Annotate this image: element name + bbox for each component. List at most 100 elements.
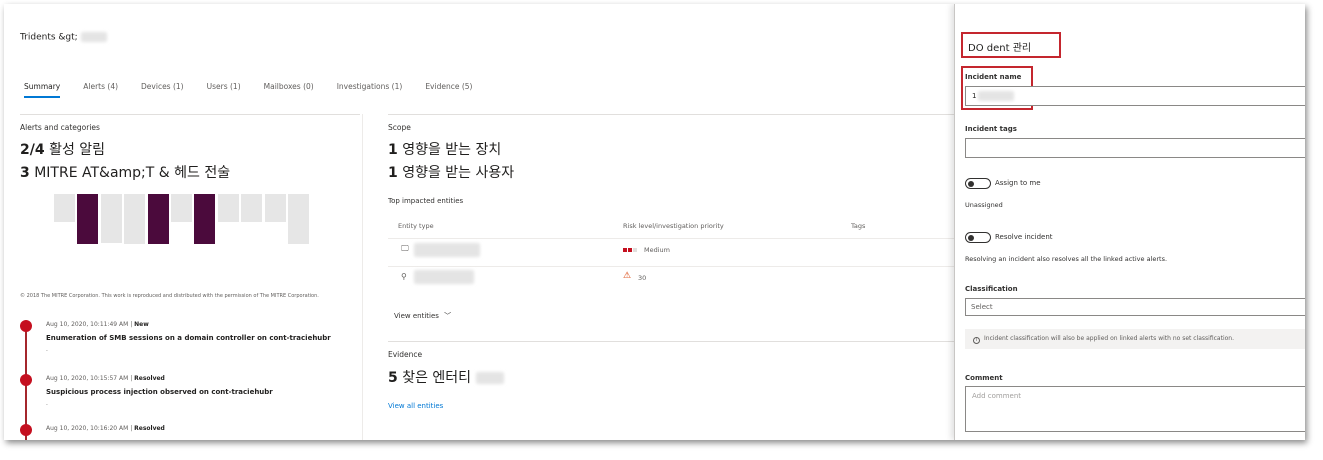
classification-info: i Incident classification will also be ap… <box>965 329 1305 349</box>
top-entities-label: Top impacted entities <box>388 197 464 205</box>
alert-time: Aug 10, 2020, 10:11:49 AM | New <box>46 321 149 328</box>
mitre-tactic-column[interactable] <box>100 194 122 222</box>
incident-name-value: 1 <box>972 92 977 100</box>
risk-bars-icon <box>623 248 637 252</box>
evidence-text: 찾은 엔터티 <box>402 370 472 386</box>
breadcrumb[interactable]: Tridents &gt; <box>20 32 107 43</box>
tab-devices[interactable]: Devices (1) <box>141 82 184 98</box>
mitre-tactic-column[interactable] <box>54 194 75 222</box>
mitre-tactic-column[interactable] <box>171 194 192 222</box>
incident-tags-field[interactable] <box>965 138 1305 158</box>
assign-to-me-label: Assign to me <box>995 179 1041 187</box>
mitre-tactic-column[interactable] <box>194 194 216 244</box>
tab-mailboxes[interactable]: Mailboxes (0) <box>264 82 314 98</box>
info-icon: i <box>973 337 980 344</box>
resolve-incident-label: Resolve incident <box>995 233 1053 241</box>
risk-level-value: Medium <box>644 246 670 254</box>
classification-select[interactable]: Select <box>965 298 1305 316</box>
manage-incident-panel: DO dent 관리 Incident name 1 Incident tags… <box>954 4 1305 440</box>
mitre-tactic-column[interactable] <box>264 194 286 222</box>
alert-time: Aug 10, 2020, 10:15:57 AM | Resolved <box>46 375 165 382</box>
evidence-section-label: Evidence <box>388 350 423 359</box>
redacted-text <box>978 91 1014 101</box>
incident-tags-label: Incident tags <box>965 125 1017 133</box>
mitre-tactics-chart <box>54 194 334 284</box>
impacted-devices-text: 영향을 받는 장치 <box>402 142 502 158</box>
scope-section-label: Scope <box>388 123 411 132</box>
impacted-users-text: 영향을 받는 사용자 <box>402 165 515 181</box>
evidence-count: 5 <box>388 370 398 386</box>
alert-dot-icon <box>20 374 32 386</box>
alert-subtext: . <box>46 400 48 407</box>
alert-dot-icon <box>20 424 32 436</box>
tab-evidence[interactable]: Evidence (5) <box>425 82 472 98</box>
incident-page: Tridents &gt; Summary Alerts (4) Devices… <box>4 4 1305 440</box>
mitre-tactic-column[interactable] <box>124 194 146 244</box>
col-entity-type[interactable]: Entity type <box>398 222 434 230</box>
priority-value: 30 <box>638 274 647 282</box>
alert-time: Aug 10, 2020, 10:16:20 AM | Resolved <box>46 425 165 432</box>
redacted-entity <box>414 270 474 284</box>
alert-title[interactable]: Suspicious process injection observed on… <box>46 388 273 396</box>
classification-label: Classification <box>965 285 1018 293</box>
row-divider <box>388 238 954 239</box>
alert-status: Resolved <box>134 375 165 382</box>
resolve-note: Resolving an incident also resolves all … <box>965 255 1168 263</box>
classification-info-text: Incident classification will also be app… <box>984 335 1235 342</box>
active-alerts-count: 2/4 <box>20 142 45 158</box>
mitre-tactic-column[interactable] <box>241 194 263 222</box>
view-entities-label: View entities <box>394 312 439 320</box>
alert-status: Resolved <box>134 425 165 432</box>
assign-to-me-toggle[interactable] <box>965 178 991 189</box>
section-divider <box>388 114 954 115</box>
view-all-entities-link[interactable]: View all entities <box>388 402 443 410</box>
col-risk-level[interactable]: Risk level/investigation priority <box>623 222 724 230</box>
panel-title: DO dent 관리 <box>961 32 1061 58</box>
tab-investigations[interactable]: Investigations (1) <box>337 82 403 98</box>
column-divider <box>362 114 363 440</box>
active-alerts-summary: 2/4 활성 알림 <box>20 139 105 159</box>
alert-subtext: . <box>46 346 48 353</box>
alert-title[interactable]: Enumeration of SMB sessions on a domain … <box>46 334 331 342</box>
tab-alerts[interactable]: Alerts (4) <box>83 82 118 98</box>
tab-summary[interactable]: Summary <box>24 82 61 98</box>
view-entities-button[interactable]: View entities ﹀ <box>394 311 451 321</box>
active-alerts-text: 활성 알림 <box>49 142 106 158</box>
mitre-tactic-column[interactable] <box>217 194 239 222</box>
impacted-devices-count: 1 <box>388 142 398 158</box>
mitre-text: MITRE AT&amp;T & 헤드 전술 <box>34 165 231 181</box>
alerts-section-label: Alerts and categories <box>20 123 100 132</box>
evidence-summary: 5 찾은 엔터티 <box>388 367 504 387</box>
device-icon: 🖵 <box>401 244 409 253</box>
tab-bar: Summary Alerts (4) Devices (1) Users (1)… <box>24 82 495 98</box>
warning-icon: ⚠ <box>623 271 632 281</box>
mitre-copyright: © 2018 The MITRE Corporation. This work … <box>20 293 319 299</box>
impacted-users-count: 1 <box>388 165 398 181</box>
incident-name-label: Incident name <box>965 73 1022 81</box>
alert-status: New <box>134 321 149 328</box>
section-divider <box>388 341 954 342</box>
section-divider <box>20 114 360 115</box>
mitre-tactic-column[interactable] <box>77 194 99 244</box>
col-tags[interactable]: Tags <box>851 222 865 230</box>
redacted-text <box>80 32 107 42</box>
comment-field[interactable]: Add comment <box>965 386 1305 432</box>
mitre-count: 3 <box>20 165 30 181</box>
chevron-down-icon: ﹀ <box>444 312 452 320</box>
mitre-technique-column[interactable] <box>100 221 122 244</box>
resolve-incident-toggle[interactable] <box>965 232 991 243</box>
mitre-tactic-column[interactable] <box>147 194 169 244</box>
assignee-value: Unassigned <box>965 201 1003 209</box>
impacted-devices-summary: 1 영향을 받는 장치 <box>388 139 501 159</box>
alert-dot-icon <box>20 320 32 332</box>
row-divider <box>388 266 954 267</box>
comment-label: Comment <box>965 374 1003 382</box>
incident-name-field[interactable]: 1 <box>965 86 1305 106</box>
redacted-text <box>475 372 504 384</box>
mitre-summary: 3 MITRE AT&amp;T & 헤드 전술 <box>20 162 230 182</box>
breadcrumb-text: Tridents &gt; <box>20 32 78 43</box>
mitre-tactic-column[interactable] <box>288 194 309 244</box>
tab-users[interactable]: Users (1) <box>207 82 241 98</box>
user-icon: ⚲ <box>401 272 407 281</box>
impacted-users-summary: 1 영향을 받는 사용자 <box>388 162 514 182</box>
